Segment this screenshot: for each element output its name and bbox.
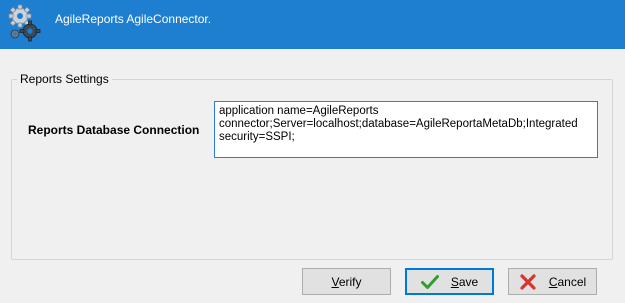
cancel-x-icon — [520, 273, 536, 290]
save-button-label: Save — [450, 274, 479, 289]
save-button[interactable]: Save — [405, 268, 494, 295]
verify-button[interactable]: Verify — [302, 268, 391, 295]
app-window: AgileReports AgileConnector. Reports Set… — [0, 0, 625, 303]
cancel-button-label: Cancel — [548, 274, 587, 289]
window-title: AgileReports AgileConnector. — [55, 12, 212, 26]
gears-icon — [8, 4, 41, 42]
group-legend: Reports Settings — [17, 72, 112, 86]
connection-label: Reports Database Connection — [28, 123, 200, 137]
connection-string-field[interactable]: application name=AgileReports connector;… — [214, 101, 598, 158]
checkmark-icon — [420, 274, 439, 289]
verify-button-label: Verify — [331, 274, 362, 289]
title-bar: AgileReports AgileConnector. — [0, 0, 625, 49]
cancel-button[interactable]: Cancel — [508, 268, 597, 295]
